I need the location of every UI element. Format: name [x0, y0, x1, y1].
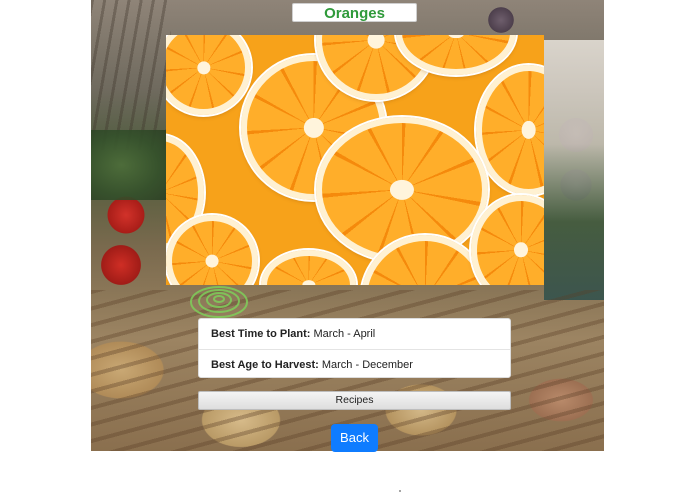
plant-time-value: March - April — [313, 328, 376, 340]
info-row-harvest-age: Best Age to Harvest: March - December — [199, 349, 510, 380]
background-basket-left — [91, 0, 171, 150]
plant-time-label: Best Time to Plant: — [211, 328, 311, 340]
orange-slice — [166, 35, 251, 115]
stray-dot — [399, 490, 401, 492]
harvest-age-value: March - December — [321, 359, 413, 371]
recipes-button[interactable]: Recipes — [198, 391, 511, 410]
orange-slices-image — [166, 35, 544, 285]
background-greens — [91, 130, 167, 200]
plant-info-card: Best Time to Plant: March - April Best A… — [198, 318, 511, 378]
orange-slice — [261, 250, 356, 285]
back-button[interactable]: Back — [331, 424, 378, 452]
info-row-plant-time: Best Time to Plant: March - April — [199, 319, 510, 349]
background-crate-right — [544, 40, 604, 300]
spiral-decoration — [190, 286, 248, 318]
harvest-age-label: Best Age to Harvest: — [211, 359, 319, 371]
page-title: Oranges — [292, 3, 417, 22]
